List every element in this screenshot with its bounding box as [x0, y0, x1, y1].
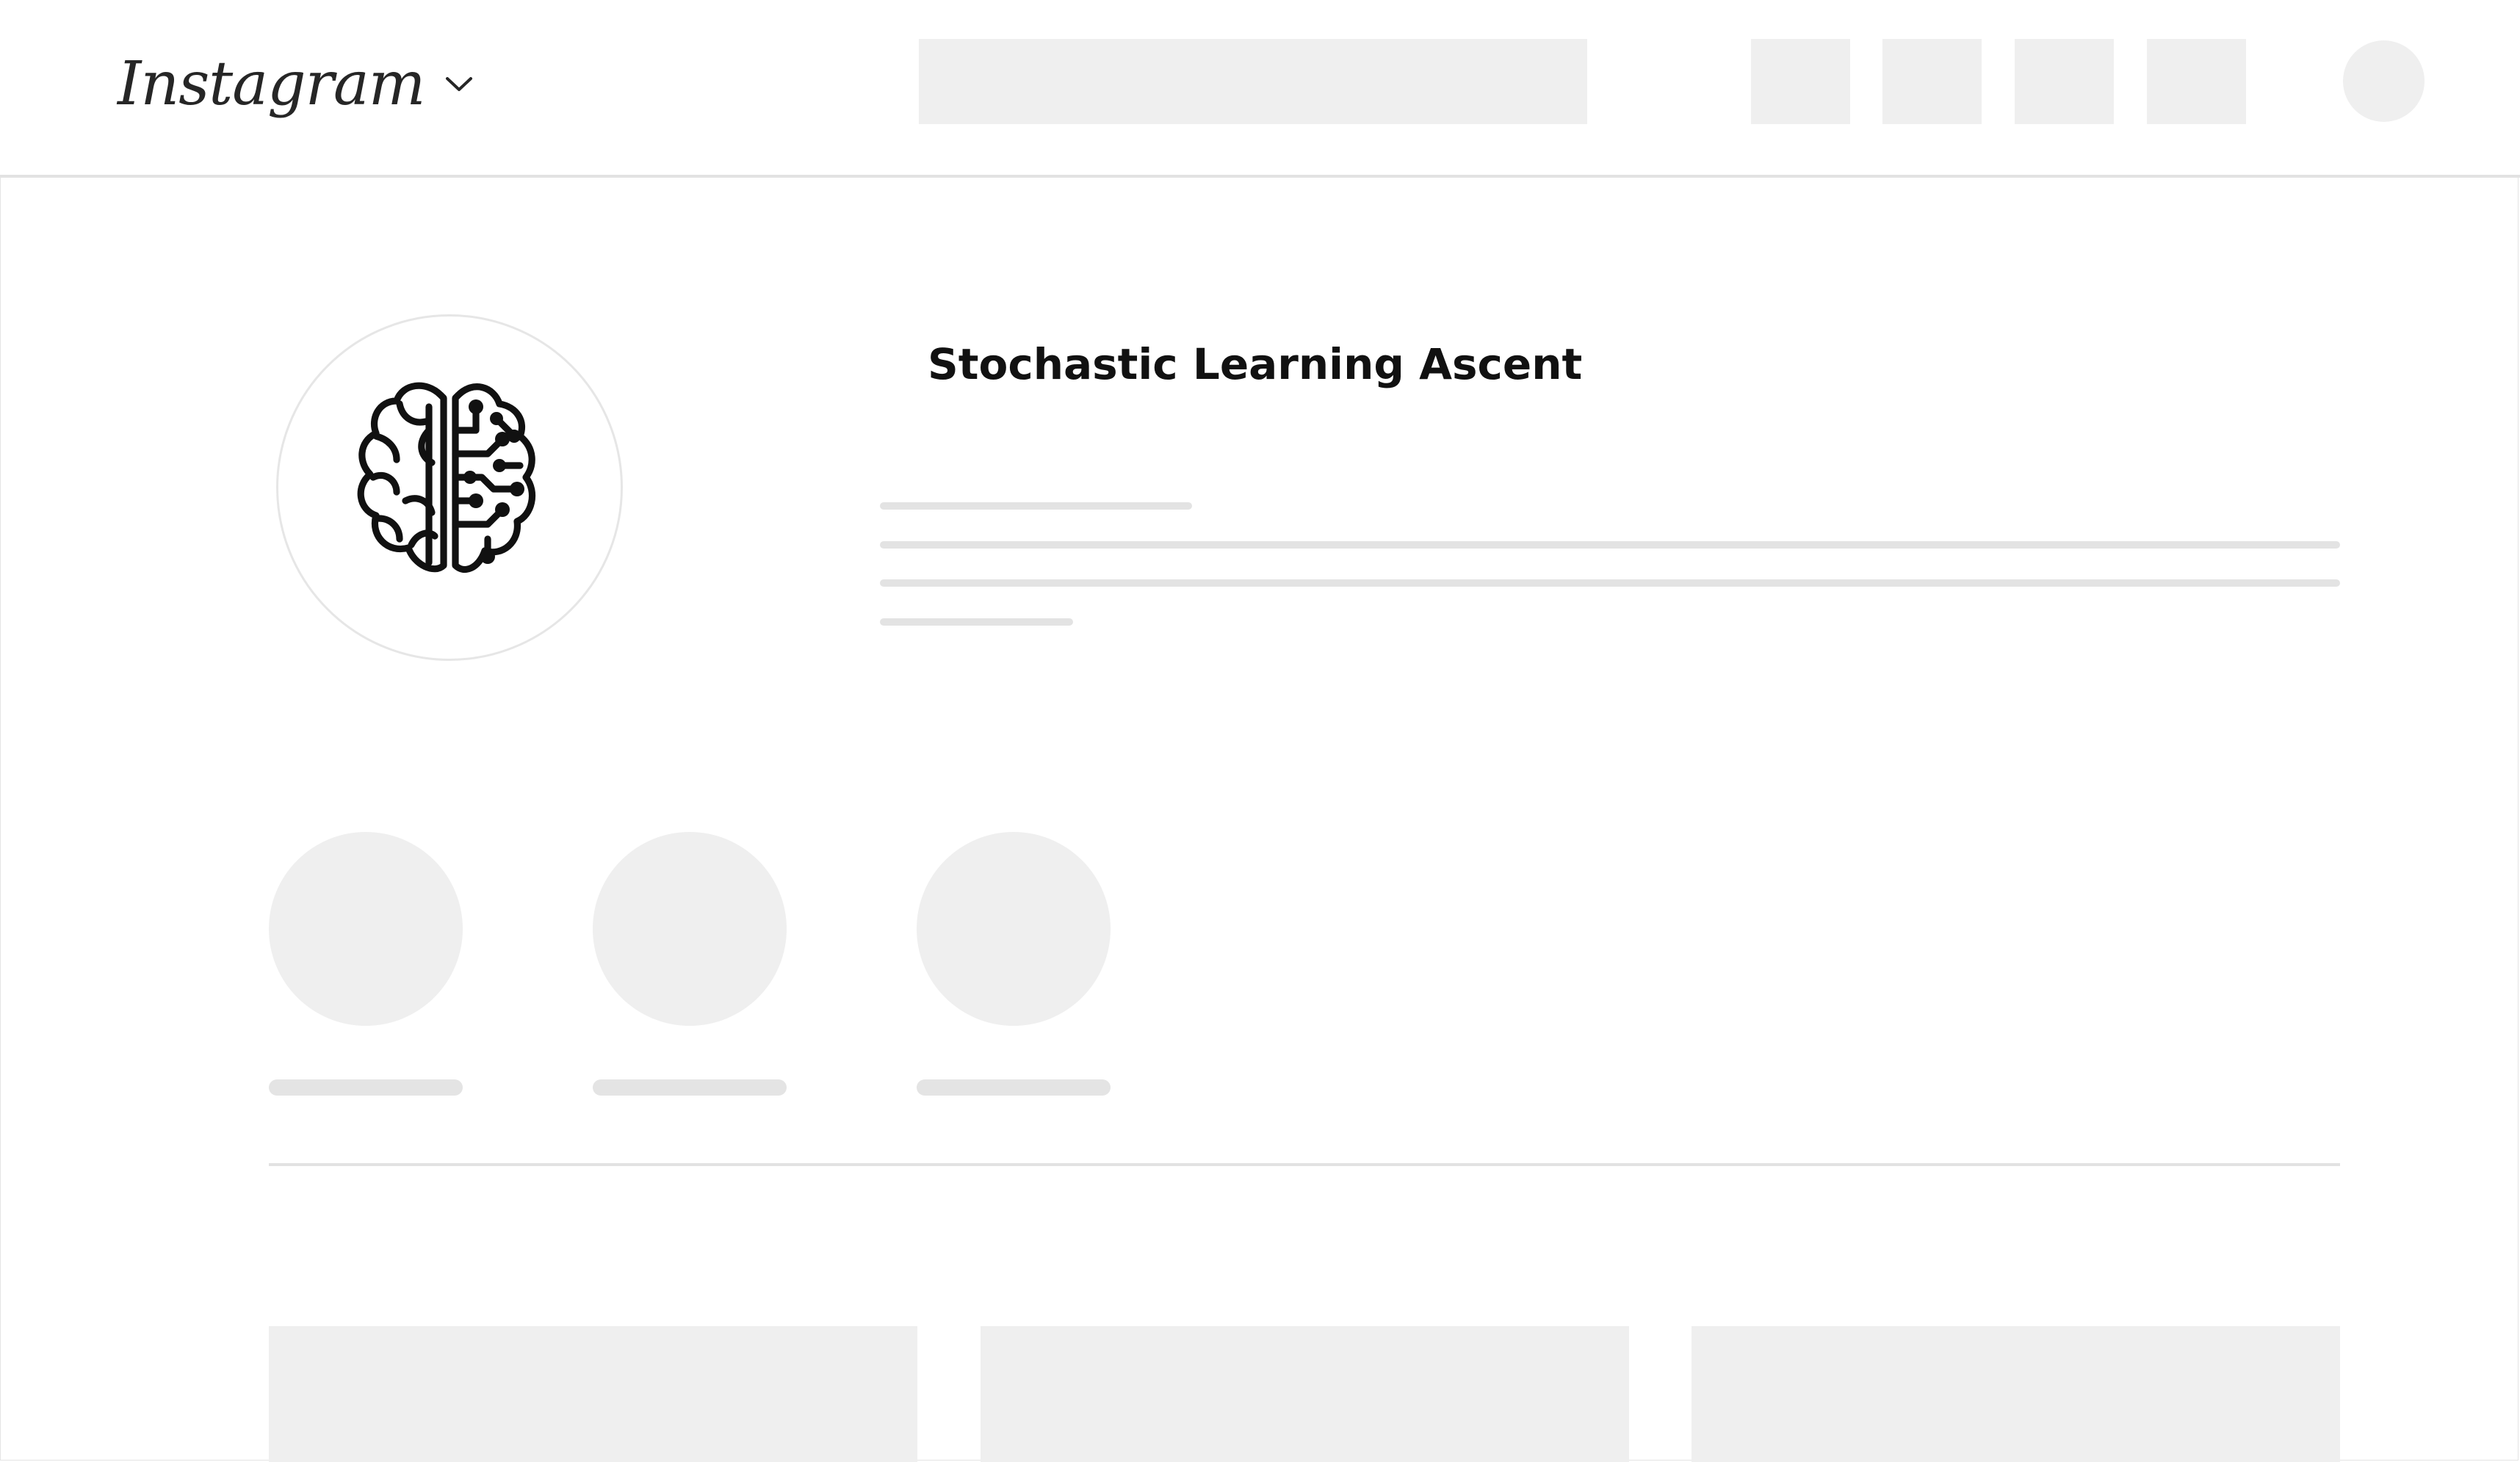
story-highlight[interactable] — [917, 832, 1111, 1026]
story-highlight[interactable] — [269, 832, 463, 1026]
instagram-logo[interactable]: Instagram — [118, 40, 473, 129]
story-highlight-label — [269, 1079, 463, 1096]
story-highlight-label — [917, 1079, 1111, 1096]
logo-wordmark: Instagram — [118, 49, 425, 119]
explore-nav-icon[interactable] — [2015, 39, 2114, 124]
messages-nav-icon[interactable] — [1882, 39, 1982, 124]
bio-line-skeleton — [880, 618, 1073, 626]
post-thumbnail[interactable] — [1692, 1326, 2340, 1462]
search-input[interactable] — [919, 39, 1587, 124]
story-highlight-label — [593, 1079, 787, 1096]
post-thumbnail[interactable] — [981, 1326, 1629, 1462]
account-avatar[interactable] — [2343, 40, 2425, 122]
bio-line-skeleton — [880, 502, 1192, 510]
profile-username: Stochastic Learning Ascent — [928, 339, 1583, 389]
bio-line-skeleton — [880, 541, 2340, 549]
home-nav-icon[interactable] — [1751, 39, 1850, 124]
activity-nav-icon[interactable] — [2147, 39, 2246, 124]
profile-avatar[interactable] — [276, 314, 623, 661]
section-divider — [269, 1163, 2340, 1166]
post-thumbnail[interactable] — [269, 1326, 917, 1462]
bio-line-skeleton — [880, 579, 2340, 587]
chevron-down-icon[interactable] — [445, 76, 473, 93]
window-frame — [0, 0, 2519, 1461]
story-highlight[interactable] — [593, 832, 787, 1026]
brain-circuit-icon — [357, 382, 536, 573]
top-navigation-bar: Instagram — [0, 0, 2520, 178]
